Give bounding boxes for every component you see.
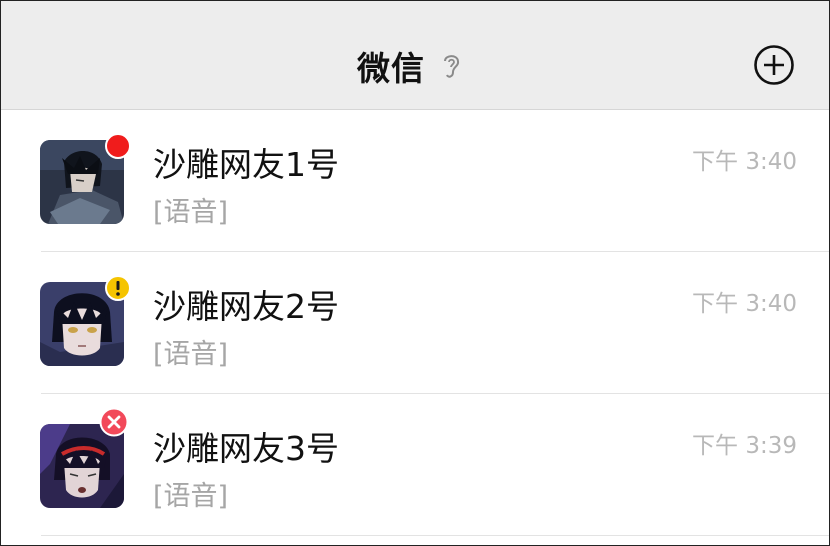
nav-bar: 微信 (1, 1, 829, 110)
chat-name: 沙雕网友2号 (153, 287, 339, 326)
chat-preview: [语音] (153, 197, 229, 228)
wechat-screen: 微信 沙雕网友1号 [语音] 下午 3:40 沙雕网友2号 [语音] 下午 3:… (0, 0, 830, 546)
add-button[interactable] (753, 44, 795, 86)
chat-time: 下午 3:39 (692, 433, 797, 459)
chat-name: 沙雕网友3号 (153, 429, 339, 468)
chat-preview: [语音] (153, 481, 229, 512)
chat-item[interactable]: 沙雕网友3号 [语音] 下午 3:39 (1, 394, 829, 536)
chat-name: 沙雕网友1号 (153, 145, 339, 184)
page-title: 微信 (357, 49, 425, 88)
ear-icon (444, 55, 460, 78)
chat-preview: [语音] (153, 339, 229, 370)
chat-item[interactable]: 沙雕网友1号 [语音] 下午 3:40 (1, 110, 829, 252)
divider (41, 535, 829, 536)
chat-time: 下午 3:40 (692, 149, 797, 175)
warning-icon (105, 275, 131, 301)
chat-time: 下午 3:40 (692, 291, 797, 317)
error-x-icon (99, 407, 129, 437)
chat-item[interactable]: 沙雕网友2号 [语音] 下午 3:40 (1, 252, 829, 394)
red-dot-badge (105, 133, 131, 159)
